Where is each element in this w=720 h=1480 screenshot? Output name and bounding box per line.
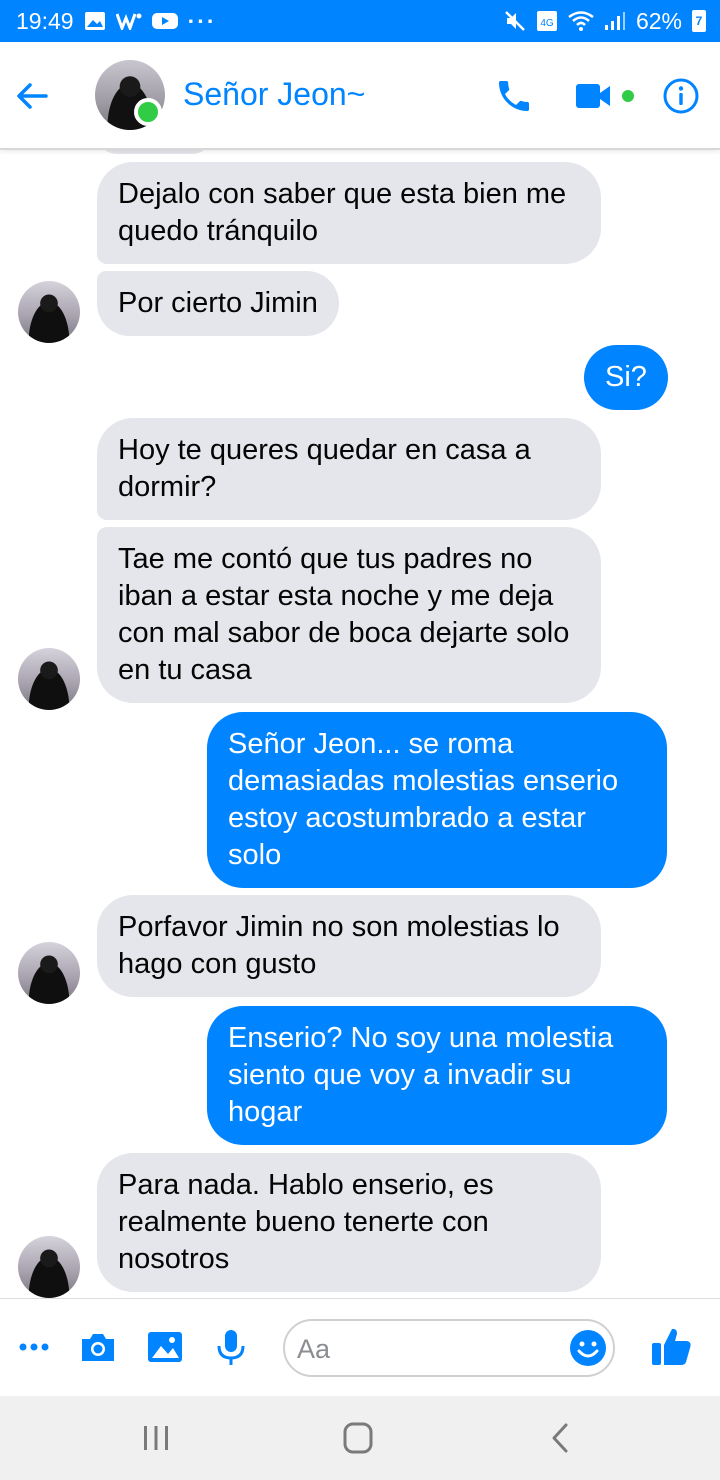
video-active-dot xyxy=(622,90,634,102)
svg-text:4G: 4G xyxy=(540,18,554,29)
thumbs-up-icon[interactable] xyxy=(650,1325,691,1365)
back-icon[interactable] xyxy=(540,1420,580,1456)
message-input-box[interactable] xyxy=(283,1319,615,1377)
sender-avatar[interactable] xyxy=(18,1236,80,1298)
message-bubble-received[interactable]: Porfavor Jimin no son molestias lo hago … xyxy=(97,895,601,997)
previous-message-bubble xyxy=(97,150,212,154)
sender-avatar[interactable] xyxy=(18,281,80,343)
youtube-notification-icon xyxy=(151,12,178,30)
message-bubble-received[interactable]: Para nada. Hablo enserio, es realmente b… xyxy=(97,1153,601,1292)
video-call-icon[interactable] xyxy=(574,78,614,114)
gallery-notification-icon xyxy=(84,11,106,31)
recent-apps-icon[interactable] xyxy=(136,1420,176,1456)
message-bubble-received[interactable]: Por cierto Jimin xyxy=(97,271,339,336)
message-bubble-sent[interactable]: Enserio? No soy una molestia siento que … xyxy=(207,1006,667,1145)
phone-call-icon[interactable] xyxy=(494,76,534,116)
battery-icon: 7 xyxy=(692,10,706,32)
online-status-dot xyxy=(134,98,162,126)
sender-avatar[interactable] xyxy=(18,942,80,1004)
gallery-icon[interactable] xyxy=(145,1327,185,1367)
microphone-icon[interactable] xyxy=(211,1327,251,1367)
back-arrow-icon[interactable] xyxy=(12,76,52,116)
message-bubble-received[interactable]: Dejalo con saber que esta bien me quedo … xyxy=(97,162,601,264)
info-icon[interactable] xyxy=(661,76,701,116)
message-bubble-received[interactable]: Hoy te queres quedar en casa a dormir? xyxy=(97,418,601,520)
more-notifications-icon: ··· xyxy=(187,7,217,34)
message-thread[interactable]: Dejalo con saber que esta bien me quedo … xyxy=(0,150,720,1298)
battery-percent: 62% xyxy=(635,7,682,34)
system-navigation-bar xyxy=(0,1396,720,1480)
camera-icon[interactable] xyxy=(78,1327,118,1367)
home-icon[interactable] xyxy=(338,1420,378,1456)
message-bubble-received[interactable]: Tae me contó que tus padres no iban a es… xyxy=(97,527,601,703)
more-icon[interactable] xyxy=(14,1327,54,1367)
message-composer xyxy=(0,1298,720,1396)
conversation-header: Señor Jeon~ xyxy=(0,42,720,150)
wifi-icon xyxy=(568,11,594,31)
status-time: 19:49 xyxy=(16,7,74,34)
w-app-notification-icon xyxy=(115,12,142,30)
message-input[interactable] xyxy=(297,1333,557,1365)
volte-icon: 4G xyxy=(536,10,558,32)
message-bubble-sent[interactable]: Señor Jeon... se roma demasiadas molesti… xyxy=(207,712,667,888)
message-bubble-sent[interactable]: Si? xyxy=(584,345,668,410)
signal-icon xyxy=(604,11,626,31)
contact-name[interactable]: Señor Jeon~ xyxy=(183,76,365,113)
status-bar: 19:49 ··· 4G 62% 7 xyxy=(0,0,720,42)
mute-icon xyxy=(504,10,526,32)
emoji-icon[interactable] xyxy=(569,1329,607,1367)
sender-avatar[interactable] xyxy=(18,648,80,710)
